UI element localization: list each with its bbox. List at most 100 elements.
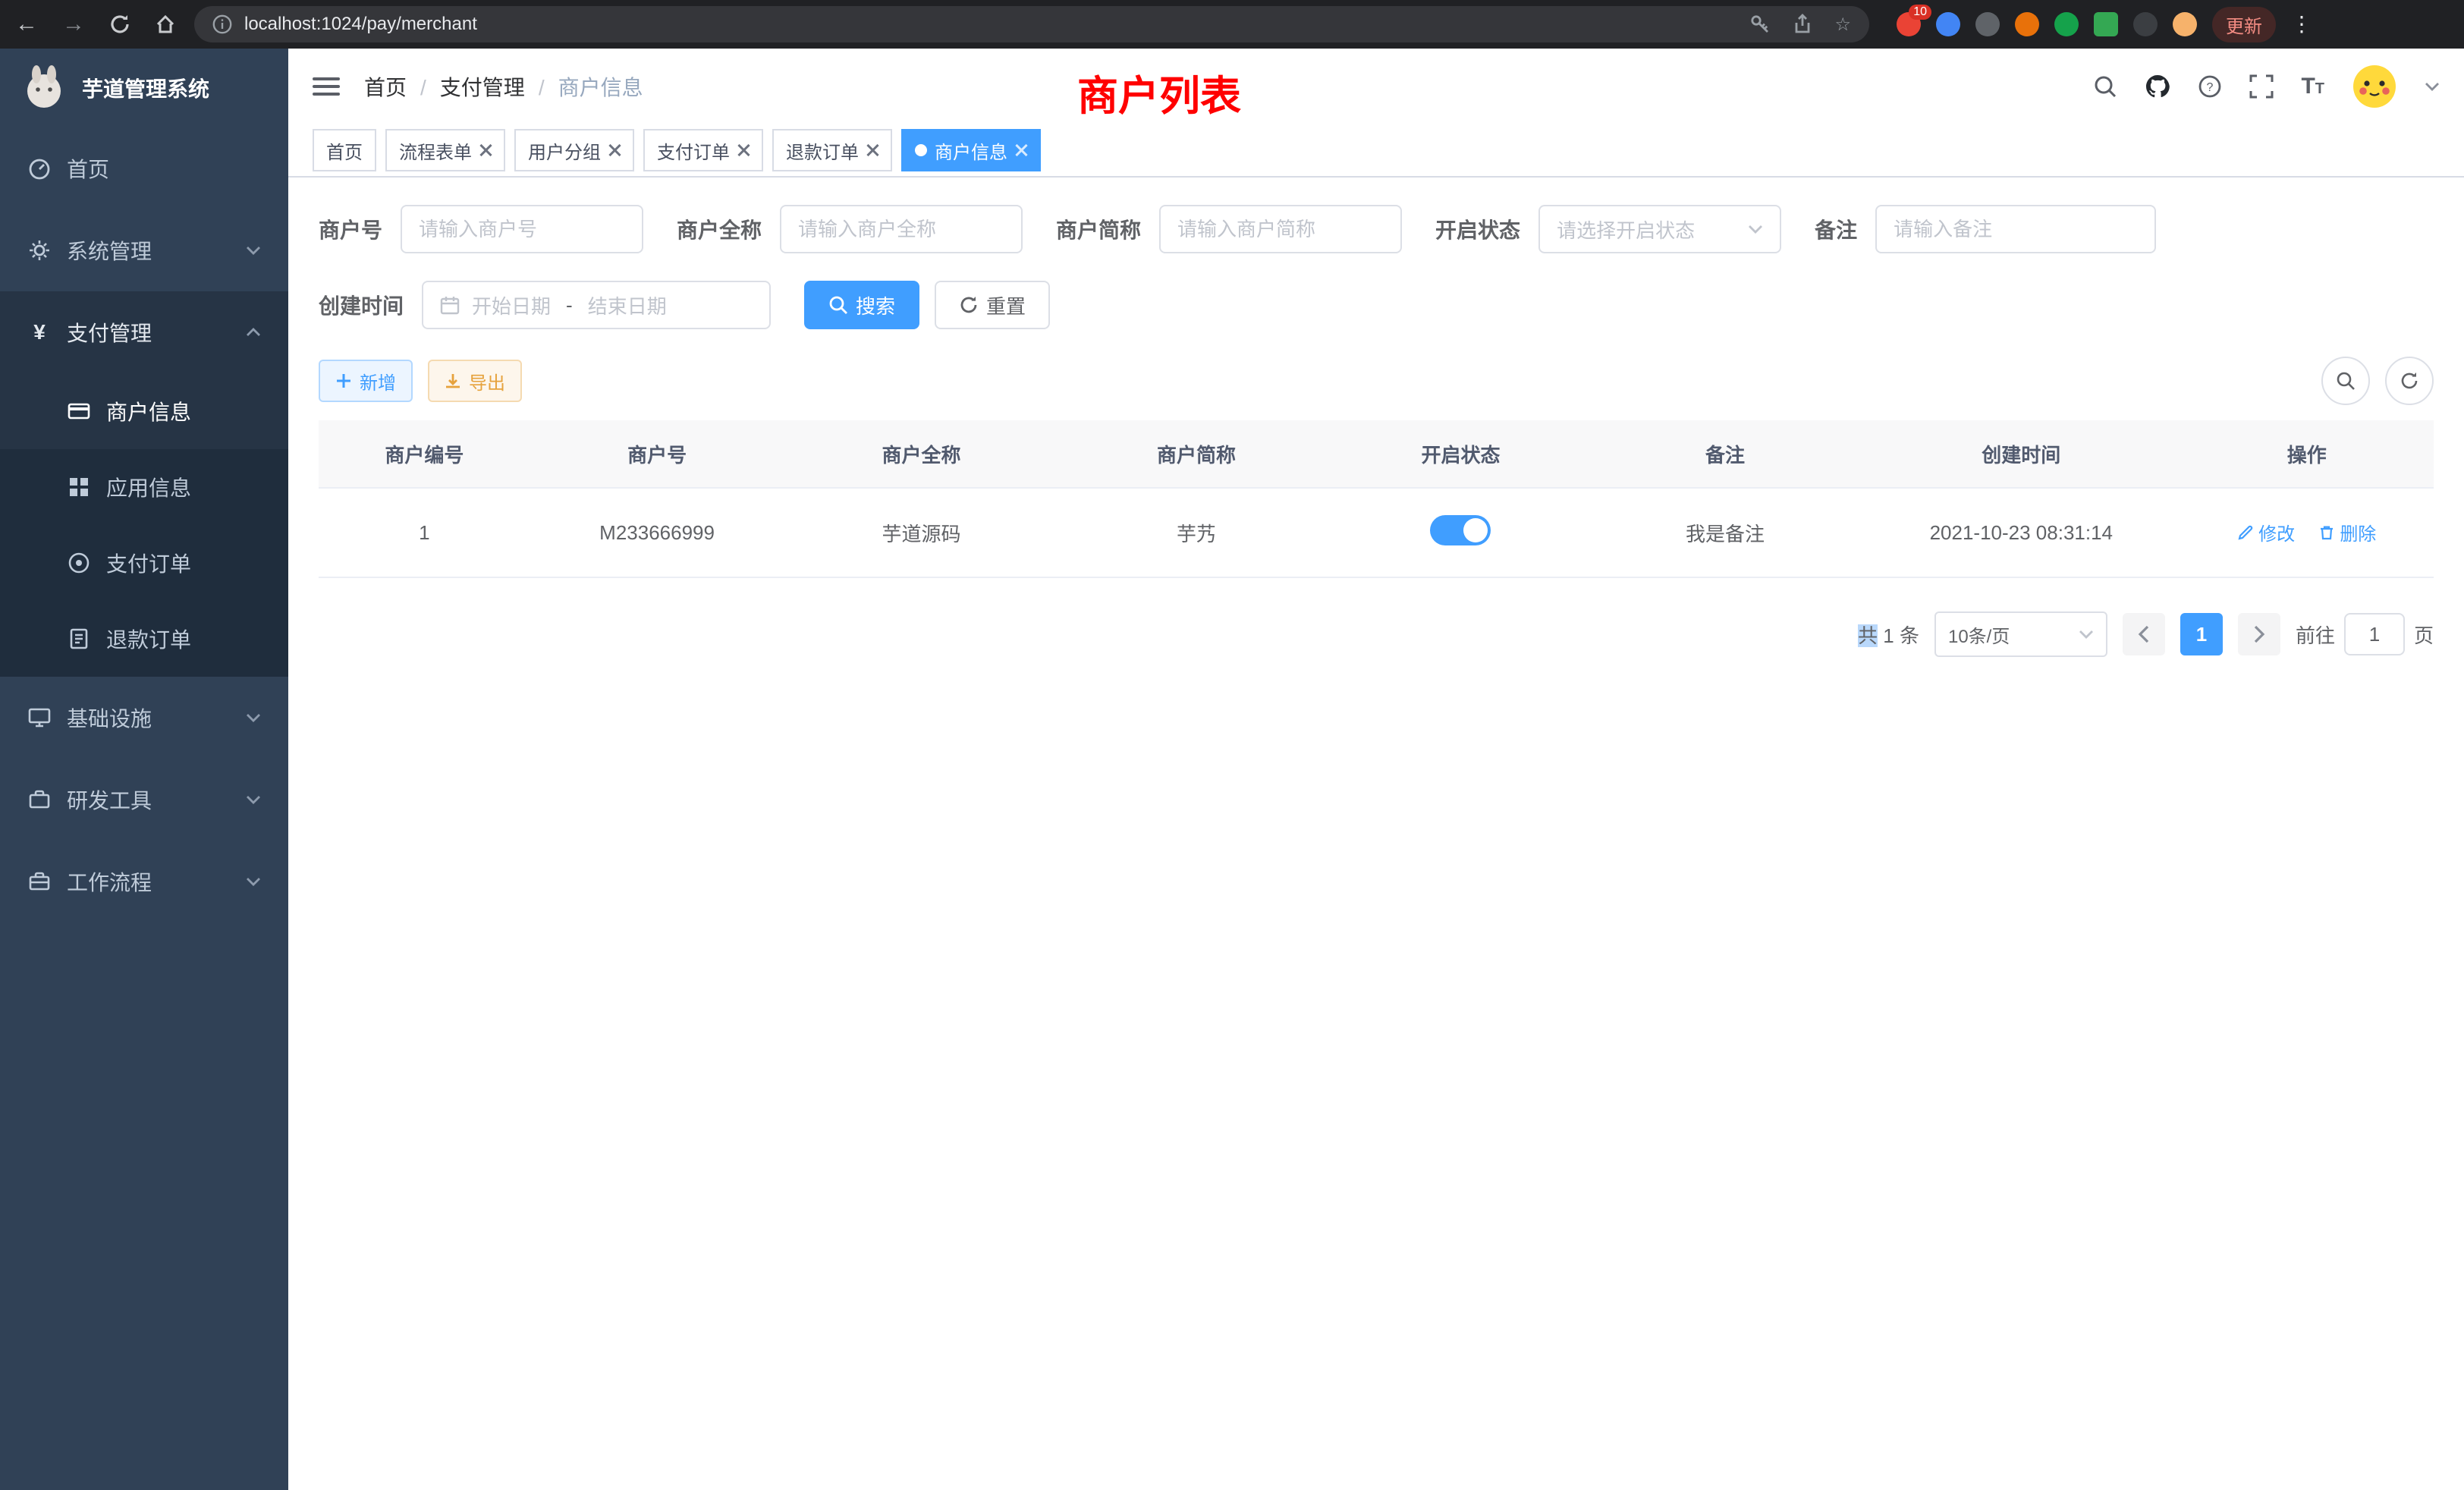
col-full-name: 商户全称 <box>784 420 1058 488</box>
short-name-input[interactable] <box>1177 218 1384 241</box>
create-time-range-picker[interactable]: 开始日期 - 结束日期 <box>422 281 771 329</box>
cell-full-name: 芋道源码 <box>784 488 1058 577</box>
close-icon[interactable] <box>866 144 878 156</box>
user-avatar[interactable] <box>2352 64 2397 109</box>
breadcrumb-payment[interactable]: 支付管理 <box>440 71 545 102</box>
chevron-up-icon <box>246 328 261 337</box>
back-icon[interactable]: ← <box>15 11 38 37</box>
sidebar-item-label: 支付订单 <box>106 548 191 578</box>
toolbox-icon <box>27 788 52 811</box>
sidebar-item-workflow[interactable]: 工作流程 <box>0 841 288 923</box>
font-size-icon[interactable]: TT <box>2301 74 2324 99</box>
sidebar-item-app-info[interactable]: 应用信息 <box>0 449 288 525</box>
profile-avatar[interactable] <box>2173 12 2197 36</box>
cell-merchant-id: 1 <box>319 488 530 577</box>
tab-process-form[interactable]: 流程表单 <box>385 129 505 171</box>
forward-icon[interactable]: → <box>62 11 85 37</box>
close-icon[interactable] <box>737 144 750 156</box>
delete-link[interactable]: 删除 <box>2318 519 2376 545</box>
share-icon[interactable] <box>1792 14 1813 35</box>
extension-icon[interactable] <box>2015 12 2039 36</box>
trash-icon <box>2318 524 2335 541</box>
sidebar-toggle-icon[interactable] <box>313 77 340 96</box>
bank-card-icon <box>67 400 91 423</box>
sidebar-item-infrastructure[interactable]: 基础设施 <box>0 677 288 759</box>
extension-icon[interactable]: 10 <box>1897 12 1921 36</box>
start-date-placeholder[interactable]: 开始日期 <box>472 291 551 319</box>
refresh-icon <box>2400 371 2419 391</box>
tab-home[interactable]: 首页 <box>313 129 376 171</box>
help-icon[interactable]: ? <box>2198 74 2222 99</box>
chevron-down-icon <box>2079 630 2094 639</box>
export-button[interactable]: 导出 <box>428 360 522 402</box>
status-select[interactable]: 请选择开启状态 <box>1538 205 1781 253</box>
refresh-table-button[interactable] <box>2385 357 2434 405</box>
filter-label-status: 开启状态 <box>1435 214 1520 244</box>
browser-update-button[interactable]: 更新 <box>2212 7 2276 42</box>
page-number-button[interactable]: 1 <box>2180 613 2223 655</box>
browser-toolbar: ← → localhost:1024/pay/merchant ☆ <box>0 0 2464 49</box>
goto-page-input[interactable] <box>2352 623 2397 646</box>
next-page-button[interactable] <box>2238 613 2280 655</box>
extension-icon[interactable] <box>1975 12 2000 36</box>
page-size-select[interactable]: 10条/页 <box>1934 611 2107 657</box>
breadcrumb: 首页 支付管理 商户信息 <box>364 71 643 102</box>
date-separator: - <box>566 294 573 317</box>
avatar-caret-icon[interactable] <box>2425 82 2440 91</box>
breadcrumb-home[interactable]: 首页 <box>364 71 426 102</box>
tab-label: 商户信息 <box>935 137 1007 164</box>
home-icon[interactable] <box>155 14 176 35</box>
breadcrumb-current: 商户信息 <box>558 71 643 102</box>
tab-merchant-info[interactable]: 商户信息 <box>901 129 1041 171</box>
edit-pencil-icon <box>2237 524 2254 541</box>
extension-icon[interactable] <box>2094 12 2118 36</box>
tab-user-group[interactable]: 用户分组 <box>514 129 634 171</box>
close-icon[interactable] <box>608 144 621 156</box>
sidebar-item-payment[interactable]: ¥ 支付管理 <box>0 291 288 373</box>
tab-pay-order[interactable]: 支付订单 <box>643 129 763 171</box>
close-icon[interactable] <box>479 144 492 156</box>
dashboard-icon <box>27 157 52 180</box>
bookmark-star-icon[interactable]: ☆ <box>1834 14 1851 36</box>
reload-icon[interactable] <box>109 14 130 35</box>
pin-icon[interactable] <box>2133 12 2158 36</box>
end-date-placeholder[interactable]: 结束日期 <box>588 291 667 319</box>
address-bar[interactable]: localhost:1024/pay/merchant ☆ <box>194 6 1869 42</box>
sidebar-item-pay-order[interactable]: 支付订单 <box>0 525 288 601</box>
extension-icon[interactable] <box>1936 12 1960 36</box>
sidebar-item-merchant-info[interactable]: 商户信息 <box>0 373 288 449</box>
table-header-row: 商户编号 商户号 商户全称 商户简称 开启状态 备注 创建时间 操作 <box>319 420 2434 488</box>
prev-page-button[interactable] <box>2123 613 2165 655</box>
status-toggle[interactable] <box>1430 515 1491 545</box>
toggle-search-button[interactable] <box>2321 357 2370 405</box>
edit-link[interactable]: 修改 <box>2237 519 2295 545</box>
tab-label: 流程表单 <box>399 137 472 164</box>
tab-label: 退款订单 <box>786 137 859 164</box>
sidebar-item-system[interactable]: 系统管理 <box>0 209 288 291</box>
fullscreen-icon[interactable] <box>2249 74 2274 99</box>
search-button[interactable]: 搜索 <box>804 281 919 329</box>
tab-refund-order[interactable]: 退款订单 <box>772 129 892 171</box>
sidebar-item-home[interactable]: 首页 <box>0 127 288 209</box>
sidebar-item-refund-order[interactable]: 退款订单 <box>0 601 288 677</box>
sidebar-item-label: 系统管理 <box>67 235 152 266</box>
full-name-input[interactable] <box>798 218 1004 241</box>
cell-create-time: 2021-10-23 08:31:14 <box>1862 488 2180 577</box>
plus-icon <box>335 372 352 389</box>
chevron-down-icon <box>246 877 261 886</box>
browser-menu-icon[interactable]: ⋮ <box>2291 21 2300 27</box>
app-logo[interactable]: 芋道管理系统 <box>0 49 288 127</box>
reset-button[interactable]: 重置 <box>935 281 1050 329</box>
sidebar-item-label: 研发工具 <box>67 784 152 815</box>
site-info-icon[interactable] <box>212 14 232 34</box>
delete-link-label: 删除 <box>2340 519 2376 545</box>
search-icon[interactable] <box>2093 74 2117 99</box>
extension-icon[interactable] <box>2054 12 2079 36</box>
merchant-no-input[interactable] <box>419 218 625 241</box>
remark-input[interactable] <box>1894 218 2138 241</box>
sidebar-item-dev-tools[interactable]: 研发工具 <box>0 759 288 841</box>
add-button[interactable]: 新增 <box>319 360 413 402</box>
password-key-icon[interactable] <box>1749 14 1771 35</box>
github-icon[interactable] <box>2145 74 2170 99</box>
close-icon[interactable] <box>1015 144 1027 156</box>
